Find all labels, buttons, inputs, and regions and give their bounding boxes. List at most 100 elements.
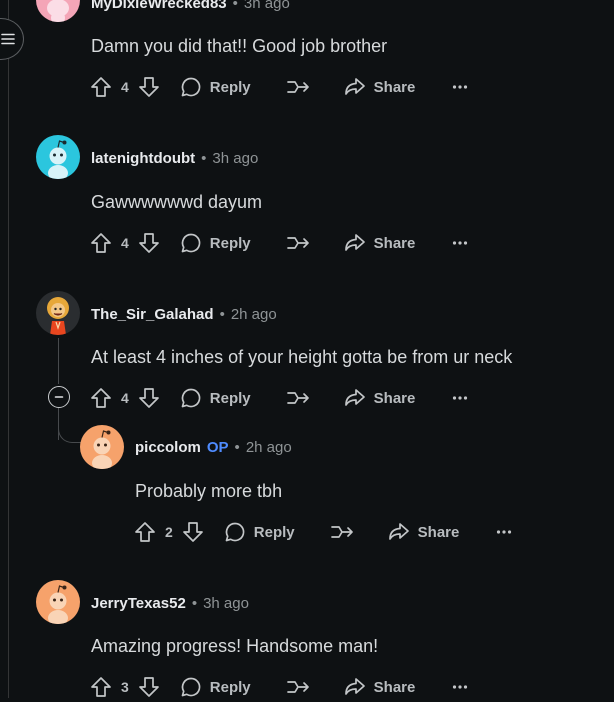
reply-button[interactable]: Reply	[180, 232, 251, 254]
reply-label: Reply	[209, 78, 251, 96]
timestamp[interactable]: 2h ago	[246, 439, 292, 456]
share-label: Share	[373, 678, 416, 696]
reply-button[interactable]: Reply	[180, 387, 251, 409]
comment-header: MyDixieWrecked83 • 3h ago	[91, 0, 290, 12]
more-options-button[interactable]	[452, 395, 468, 401]
comment-actions: 2 Reply Share	[134, 517, 512, 547]
share-button[interactable]: Share	[388, 521, 459, 543]
award-button[interactable]	[286, 387, 310, 409]
speech-bubble-icon	[181, 77, 201, 97]
ellipsis-icon	[453, 85, 468, 89]
reply-label: Reply	[209, 234, 251, 252]
reply-button[interactable]: Reply	[180, 676, 251, 698]
reply-connector	[58, 420, 81, 443]
comment-body: Gawwwwwwd dayum	[91, 192, 263, 212]
upvote-icon[interactable]	[90, 387, 112, 409]
award-icon	[286, 81, 309, 93]
downvote-icon[interactable]	[138, 76, 160, 98]
minus-icon	[54, 396, 64, 398]
thread-rail	[8, 0, 9, 698]
vote-count: 4	[121, 235, 129, 251]
collapse-thread-button[interactable]	[48, 386, 70, 408]
more-options-button[interactable]	[452, 84, 468, 90]
more-options-button[interactable]	[452, 684, 468, 690]
share-icon	[344, 78, 365, 95]
downvote-icon[interactable]	[138, 387, 160, 409]
ellipsis-icon	[453, 241, 468, 245]
snoo-avatar-icon	[47, 0, 69, 22]
award-icon	[330, 526, 353, 538]
username[interactable]: The_Sir_Galahad	[91, 306, 214, 323]
award-button[interactable]	[286, 232, 310, 254]
vote-count: 2	[165, 524, 173, 540]
more-options-button[interactable]	[452, 240, 468, 246]
comment-actions: 4 Reply Share	[90, 72, 468, 102]
comment-body: Probably more tbh	[135, 481, 283, 501]
share-label: Share	[373, 389, 416, 407]
share-label: Share	[373, 234, 416, 252]
share-button[interactable]: Share	[344, 76, 416, 98]
vote-count: 4	[121, 79, 129, 95]
timestamp[interactable]: 2h ago	[231, 306, 277, 323]
share-button[interactable]: Share	[344, 676, 416, 698]
thread-line[interactable]	[58, 338, 59, 384]
share-label: Share	[373, 78, 416, 96]
downvote-icon[interactable]	[182, 521, 204, 543]
op-badge: OP	[206, 439, 229, 456]
share-icon	[344, 389, 365, 406]
comment-header: The_Sir_Galahad • 2h ago	[91, 306, 277, 323]
reply-button[interactable]: Reply	[224, 521, 295, 543]
comment-actions: 4 Reply Share	[90, 383, 468, 413]
comment-avatar[interactable]	[36, 580, 80, 624]
menu-button[interactable]	[0, 18, 24, 60]
award-button[interactable]	[286, 76, 310, 98]
vote-count: 4	[121, 390, 129, 406]
downvote-icon[interactable]	[138, 676, 160, 698]
vote-group: 4	[90, 387, 160, 409]
comment-avatar[interactable]	[36, 135, 80, 179]
reply-label: Reply	[209, 389, 251, 407]
speech-bubble-icon	[225, 522, 245, 542]
upvote-icon[interactable]	[90, 76, 112, 98]
reply-label: Reply	[253, 523, 295, 541]
comment-header: latenightdoubt • 3h ago	[91, 150, 258, 167]
share-button[interactable]: Share	[344, 387, 416, 409]
upvote-icon[interactable]	[90, 232, 112, 254]
speech-bubble-icon	[181, 388, 201, 408]
snoo-avatar-icon	[92, 430, 112, 469]
award-icon	[286, 237, 309, 249]
snoo-avatar-icon	[48, 585, 68, 624]
ellipsis-icon	[453, 685, 468, 689]
upvote-icon[interactable]	[134, 521, 156, 543]
share-icon	[344, 678, 365, 695]
username[interactable]: piccolom	[135, 439, 201, 456]
vote-group: 3	[90, 676, 160, 698]
username[interactable]: JerryTexas52	[91, 595, 186, 612]
comment-body: Amazing progress! Handsome man!	[91, 636, 379, 656]
separator-dot: •	[234, 439, 240, 456]
comment-body: At least 4 inches of your height gotta b…	[91, 347, 513, 367]
upvote-icon[interactable]	[90, 676, 112, 698]
snoo-avatar-icon	[48, 140, 68, 179]
comment-header: JerryTexas52 • 3h ago	[91, 595, 249, 612]
award-button[interactable]	[286, 676, 310, 698]
speech-bubble-icon	[181, 233, 201, 253]
comment-avatar[interactable]	[80, 425, 124, 469]
timestamp[interactable]: 3h ago	[244, 0, 290, 12]
comment-avatar[interactable]	[36, 291, 80, 335]
reply-label: Reply	[209, 678, 251, 696]
share-button[interactable]: Share	[344, 232, 416, 254]
username[interactable]: MyDixieWrecked83	[91, 0, 227, 12]
timestamp[interactable]: 3h ago	[212, 150, 258, 167]
timestamp[interactable]: 3h ago	[203, 595, 249, 612]
reply-button[interactable]: Reply	[180, 76, 251, 98]
speech-bubble-icon	[181, 677, 201, 697]
award-icon	[286, 392, 309, 404]
more-options-button[interactable]	[496, 529, 512, 535]
downvote-icon[interactable]	[138, 232, 160, 254]
hamburger-icon	[1, 33, 15, 45]
award-button[interactable]	[330, 521, 354, 543]
comment-avatar[interactable]	[36, 0, 80, 22]
username[interactable]: latenightdoubt	[91, 150, 195, 167]
ellipsis-icon	[453, 396, 468, 400]
